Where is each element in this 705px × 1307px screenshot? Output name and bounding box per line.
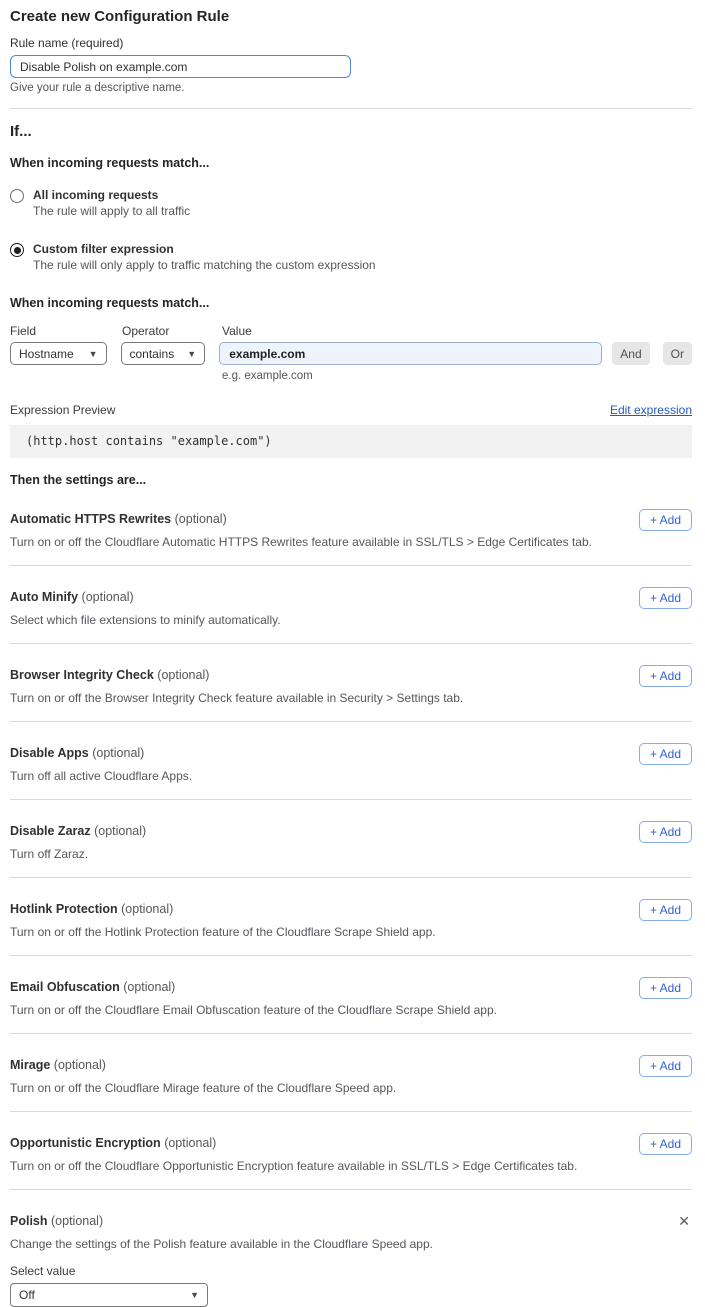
- field-label: Field: [10, 324, 122, 338]
- select-value-label: Select value: [10, 1264, 692, 1278]
- setting-description: Turn on or off the Cloudflare Opportunis…: [10, 1159, 577, 1174]
- value-label: Value: [222, 324, 252, 338]
- radio-unselected-icon[interactable]: [10, 189, 24, 203]
- radio-label: Custom filter expression: [33, 242, 376, 257]
- setting-description: Select which file extensions to minify a…: [10, 613, 281, 628]
- optional-tag: (optional): [157, 668, 209, 682]
- or-button[interactable]: Or: [663, 342, 692, 365]
- operator-select[interactable]: contains ▼: [121, 342, 206, 365]
- add-button[interactable]: + Add: [639, 821, 692, 843]
- expression-preview-header: Expression Preview Edit expression: [10, 403, 692, 417]
- optional-tag: (optional): [121, 902, 173, 916]
- setting-auto-minify: Auto Minify (optional) Select which file…: [10, 566, 692, 644]
- create-configuration-rule-page: Create new Configuration Rule Rule name …: [0, 0, 705, 1307]
- setting-name: Automatic HTTPS Rewrites: [10, 512, 171, 526]
- optional-tag: (optional): [123, 980, 175, 994]
- setting-name: Hotlink Protection: [10, 902, 118, 916]
- request-match-radio-group: All incoming requests The rule will appl…: [10, 188, 692, 273]
- chevron-down-icon: ▼: [190, 1290, 199, 1300]
- value-input[interactable]: [219, 342, 602, 365]
- then-settings-heading: Then the settings are...: [10, 473, 692, 488]
- if-heading: If...: [10, 123, 692, 141]
- field-select-value: Hostname: [19, 347, 74, 361]
- setting-description: Turn on or off the Cloudflare Mirage fea…: [10, 1081, 396, 1096]
- optional-tag: (optional): [92, 746, 144, 760]
- add-button[interactable]: + Add: [639, 977, 692, 999]
- add-button[interactable]: + Add: [639, 1055, 692, 1077]
- operator-select-value: contains: [130, 347, 175, 361]
- close-icon[interactable]: ✕: [676, 1213, 692, 1229]
- radio-option-custom-filter-expression[interactable]: Custom filter expression The rule will o…: [10, 242, 692, 273]
- setting-disable-zaraz: Disable Zaraz (optional) Turn off Zaraz.…: [10, 800, 692, 878]
- radio-description: The rule will apply to all traffic: [33, 204, 190, 219]
- setting-name: Disable Zaraz: [10, 824, 91, 838]
- setting-description: Turn on or off the Hotlink Protection fe…: [10, 925, 436, 940]
- setting-automatic-https-rewrites: Automatic HTTPS Rewrites (optional) Turn…: [10, 488, 692, 566]
- radio-label: All incoming requests: [33, 188, 190, 203]
- setting-opportunistic-encryption: Opportunistic Encryption (optional) Turn…: [10, 1112, 692, 1190]
- setting-description: Turn on or off the Browser Integrity Che…: [10, 691, 463, 706]
- optional-tag: (optional): [54, 1058, 106, 1072]
- chevron-down-icon: ▼: [89, 349, 98, 359]
- expression-preview-code: (http.host contains "example.com"): [10, 425, 692, 458]
- expression-builder-heading: When incoming requests match...: [10, 296, 692, 311]
- rule-name-helper: Give your rule a descriptive name.: [10, 82, 692, 95]
- setting-name: Email Obfuscation: [10, 980, 120, 994]
- add-button[interactable]: + Add: [639, 665, 692, 687]
- setting-name: Mirage: [10, 1058, 50, 1072]
- setting-description: Turn on or off the Cloudflare Automatic …: [10, 535, 592, 550]
- setting-mirage: Mirage (optional) Turn on or off the Clo…: [10, 1034, 692, 1112]
- expression-preview-label: Expression Preview: [10, 403, 115, 417]
- setting-description: Turn off Zaraz.: [10, 847, 146, 862]
- optional-tag: (optional): [82, 590, 134, 604]
- setting-polish: Polish (optional) ✕ Change the settings …: [10, 1190, 692, 1307]
- match-heading: When incoming requests match...: [10, 156, 692, 171]
- rule-name-input[interactable]: [10, 55, 351, 78]
- polish-select-value: Off: [19, 1288, 35, 1302]
- setting-hotlink-protection: Hotlink Protection (optional) Turn on or…: [10, 878, 692, 956]
- add-button[interactable]: + Add: [639, 587, 692, 609]
- radio-option-all-incoming-requests[interactable]: All incoming requests The rule will appl…: [10, 188, 692, 219]
- add-button[interactable]: + Add: [639, 899, 692, 921]
- setting-name: Auto Minify: [10, 590, 78, 604]
- field-select[interactable]: Hostname ▼: [10, 342, 107, 365]
- and-button[interactable]: And: [612, 342, 649, 365]
- optional-tag: (optional): [175, 512, 227, 526]
- divider: [10, 108, 692, 109]
- setting-disable-apps: Disable Apps (optional) Turn off all act…: [10, 722, 692, 800]
- optional-tag: (optional): [164, 1136, 216, 1150]
- optional-tag: (optional): [94, 824, 146, 838]
- chevron-down-icon: ▼: [187, 349, 196, 359]
- expression-builder-row: Hostname ▼ contains ▼ And Or: [10, 342, 692, 365]
- optional-tag: (optional): [51, 1214, 103, 1228]
- add-button[interactable]: + Add: [639, 743, 692, 765]
- rule-name-label: Rule name (required): [10, 36, 692, 50]
- page-title: Create new Configuration Rule: [10, 8, 692, 26]
- setting-name: Disable Apps: [10, 746, 89, 760]
- setting-description: Turn off all active Cloudflare Apps.: [10, 769, 192, 784]
- setting-description: Change the settings of the Polish featur…: [10, 1237, 692, 1252]
- setting-email-obfuscation: Email Obfuscation (optional) Turn on or …: [10, 956, 692, 1034]
- edit-expression-link[interactable]: Edit expression: [610, 403, 692, 417]
- value-helper: e.g. example.com: [222, 370, 692, 383]
- operator-label: Operator: [122, 324, 222, 338]
- radio-selected-icon[interactable]: [10, 243, 24, 257]
- add-button[interactable]: + Add: [639, 509, 692, 531]
- setting-name: Polish: [10, 1214, 48, 1228]
- add-button[interactable]: + Add: [639, 1133, 692, 1155]
- setting-name: Browser Integrity Check: [10, 668, 154, 682]
- expression-builder-labels: Field Operator Value: [10, 324, 692, 338]
- radio-description: The rule will only apply to traffic matc…: [33, 258, 376, 273]
- setting-description: Turn on or off the Cloudflare Email Obfu…: [10, 1003, 497, 1018]
- setting-name: Opportunistic Encryption: [10, 1136, 161, 1150]
- setting-browser-integrity-check: Browser Integrity Check (optional) Turn …: [10, 644, 692, 722]
- polish-value-select[interactable]: Off ▼: [10, 1283, 208, 1307]
